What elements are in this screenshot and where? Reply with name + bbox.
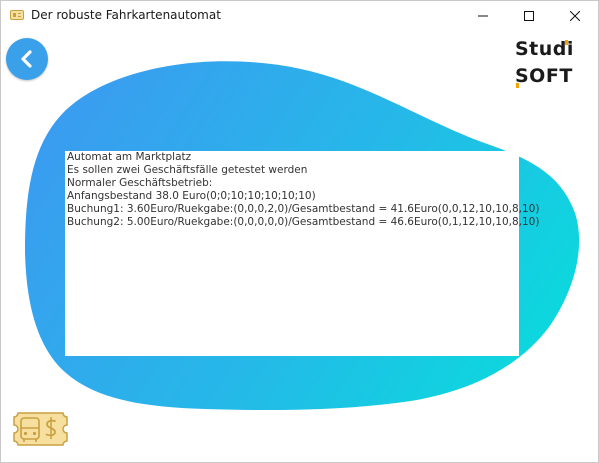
output-line: Normaler Geschäftsbetrieb: bbox=[67, 177, 213, 189]
back-button[interactable] bbox=[6, 38, 48, 80]
chevron-left-icon bbox=[21, 50, 32, 68]
studisoft-logo: Studi SOFT bbox=[513, 37, 573, 93]
logo-accent-bottom bbox=[516, 83, 519, 88]
console-output: Automat am Marktplatz Es sollen zwei Ges… bbox=[65, 151, 539, 356]
output-line: Buchung2: 5.00Euro/Ruekgabe:(0,0,0,0,0)/… bbox=[67, 216, 540, 228]
ticket-bus-dollar-icon bbox=[13, 412, 68, 446]
output-line: Automat am Marktplatz bbox=[67, 151, 192, 163]
app-window: Der robuste Fahrkartenautomat Studi SOFT… bbox=[0, 0, 599, 463]
output-line: Buchung1: 3.60Euro/Ruekgabe:(0,0,0,2,0)/… bbox=[67, 203, 540, 215]
output-line: Anfangsbestand 38.0 Euro(0;0;10;10;10;10… bbox=[67, 190, 316, 202]
ticket-button[interactable] bbox=[12, 411, 69, 447]
logo-accent-top bbox=[565, 40, 568, 45]
logo-text-soft: SOFT bbox=[515, 65, 573, 87]
output-line: Es sollen zwei Geschäftsfälle getestet w… bbox=[67, 164, 308, 176]
